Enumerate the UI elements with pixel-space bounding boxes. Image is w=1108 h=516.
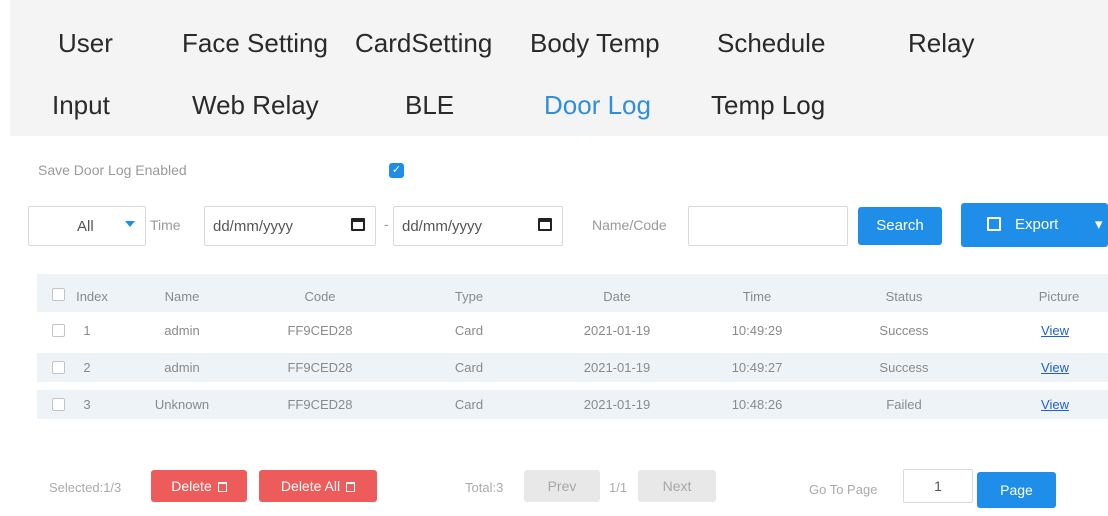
date-range-dash: - [384, 216, 389, 232]
page-number-input[interactable]: 1 [903, 469, 973, 503]
row-code: FF9CED28 [287, 397, 353, 412]
caret-down-icon [125, 221, 135, 227]
tab-user[interactable]: User [58, 28, 113, 59]
name-code-label: Name/Code [592, 217, 667, 233]
select-all-checkbox[interactable] [52, 288, 65, 301]
export-icon [987, 217, 1001, 231]
row-code: FF9CED28 [287, 360, 353, 375]
table-header: Index Name Code Type Date Time Status Pi… [37, 274, 1108, 312]
column-header-index: Index [76, 289, 108, 304]
view-picture-link[interactable]: View [1041, 360, 1069, 375]
date-from-input[interactable]: dd/mm/yyyy [204, 206, 376, 246]
column-header-date: Date [603, 289, 631, 304]
calendar-icon[interactable] [538, 218, 552, 231]
tab-face-setting[interactable]: Face Setting [182, 28, 328, 59]
row-date: 2021-01-19 [583, 397, 651, 412]
save-door-log-checkbox[interactable]: ✓ [389, 163, 404, 178]
go-to-page-label: Go To Page [809, 482, 878, 497]
log-type-select[interactable]: All [28, 206, 146, 246]
tab-temp-log[interactable]: Temp Log [711, 90, 825, 121]
view-picture-link[interactable]: View [1041, 397, 1069, 412]
column-header-name: Name [164, 289, 200, 304]
table-row[interactable]: 3 Unknown FF9CED28 Card 2021-01-19 10:48… [37, 390, 1108, 419]
row-type: Card [454, 323, 484, 338]
total-count: Total:3 [465, 480, 504, 495]
table-row[interactable]: 2 admin FF9CED28 Card 2021-01-19 10:49:2… [37, 353, 1108, 382]
tab-input[interactable]: Input [52, 90, 110, 121]
row-checkbox[interactable] [52, 398, 65, 411]
next-button[interactable]: Next [638, 470, 716, 502]
column-header-type: Type [454, 289, 484, 304]
time-label: Time [150, 217, 181, 233]
row-checkbox[interactable] [52, 324, 65, 337]
tab-door-log[interactable]: Door Log [544, 90, 651, 121]
row-type: Card [454, 397, 484, 412]
name-code-input[interactable] [688, 206, 848, 246]
row-status: Success [879, 360, 929, 375]
trash-icon [346, 482, 356, 492]
trash-icon [217, 482, 227, 492]
row-time: 10:48:26 [731, 397, 783, 412]
column-header-code: Code [304, 289, 336, 304]
delete-all-label: Delete All [280, 478, 341, 494]
tab-relay[interactable]: Relay [908, 28, 974, 59]
view-picture-link[interactable]: View [1041, 323, 1069, 338]
selected-count: Selected:1/3 [49, 480, 122, 495]
tab-ble[interactable]: BLE [405, 90, 454, 121]
table-row[interactable]: 1 admin FF9CED28 Card 2021-01-19 10:49:2… [37, 316, 1108, 345]
row-name: Unknown [154, 397, 210, 412]
date-to-placeholder: dd/mm/yyyy [402, 218, 483, 235]
tab-bar: User Face Setting CardSetting Body Temp … [10, 0, 1108, 136]
row-name: admin [164, 360, 200, 375]
export-button[interactable]: Export ▾ [961, 203, 1108, 247]
row-date: 2021-01-19 [583, 360, 651, 375]
row-time: 10:49:29 [731, 323, 783, 338]
date-from-placeholder: dd/mm/yyyy [213, 218, 294, 235]
tab-card-setting[interactable]: CardSetting [355, 28, 492, 59]
delete-all-button[interactable]: Delete All [259, 470, 377, 502]
row-name: admin [164, 323, 200, 338]
row-checkbox[interactable] [52, 361, 65, 374]
search-button[interactable]: Search [858, 207, 942, 245]
save-door-log-label: Save Door Log Enabled [38, 162, 187, 178]
table-footer: Selected:1/3 Delete Delete All Total:3 P… [37, 458, 1108, 516]
prev-button[interactable]: Prev [524, 470, 600, 502]
export-label: Export [1015, 216, 1059, 233]
log-type-value: All [77, 218, 94, 235]
row-status: Success [879, 323, 929, 338]
calendar-icon[interactable] [351, 218, 365, 231]
row-status: Failed [886, 397, 922, 412]
delete-button[interactable]: Delete [151, 470, 247, 502]
column-header-time: Time [742, 289, 772, 304]
column-header-picture: Picture [1038, 289, 1080, 304]
delete-label: Delete [171, 478, 212, 494]
page-info: 1/1 [609, 480, 628, 495]
column-header-status: Status [885, 289, 923, 304]
row-index: 2 [83, 360, 91, 375]
row-time: 10:49:27 [731, 360, 783, 375]
row-index: 1 [83, 323, 91, 338]
go-page-button[interactable]: Page [977, 472, 1056, 508]
tab-web-relay[interactable]: Web Relay [192, 90, 319, 121]
row-date: 2021-01-19 [583, 323, 651, 338]
row-code: FF9CED28 [287, 323, 353, 338]
date-to-input[interactable]: dd/mm/yyyy [393, 206, 563, 246]
chevron-down-icon: ▾ [1095, 216, 1103, 233]
tab-schedule[interactable]: Schedule [717, 28, 825, 59]
tab-body-temp[interactable]: Body Temp [530, 28, 660, 59]
row-index: 3 [83, 397, 91, 412]
row-type: Card [454, 360, 484, 375]
